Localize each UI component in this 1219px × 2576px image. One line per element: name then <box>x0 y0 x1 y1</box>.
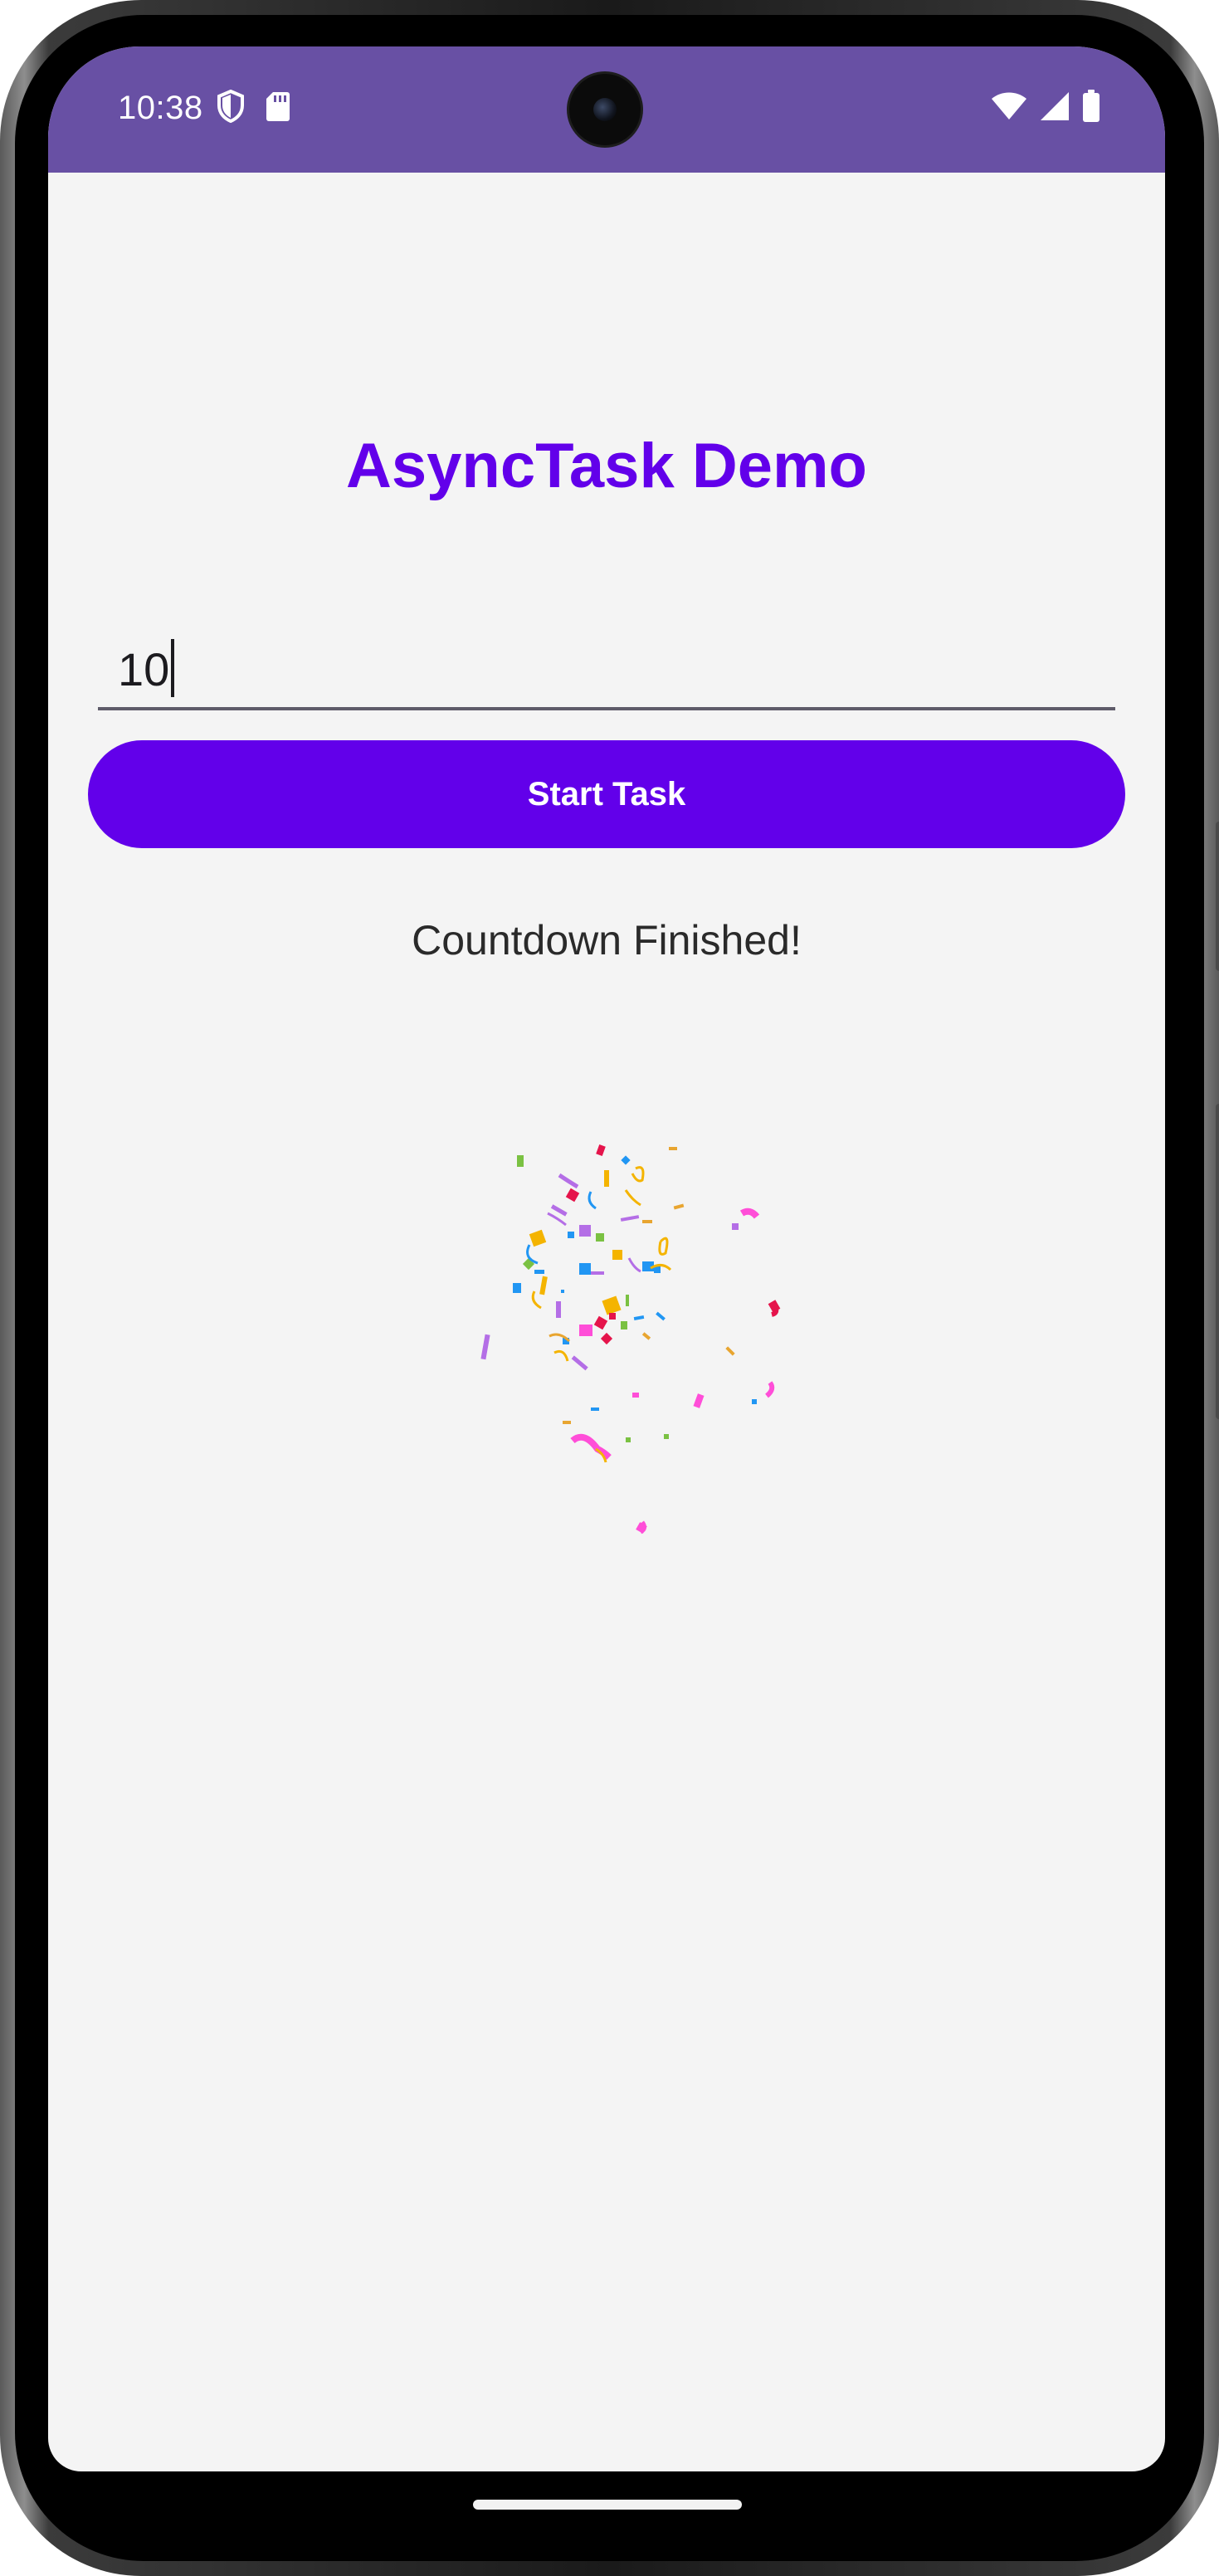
shield-icon <box>217 89 244 127</box>
status-left-icons <box>217 89 290 127</box>
countdown-status-text: Countdown Finished! <box>412 917 802 964</box>
input-underline <box>98 707 1115 710</box>
phone-frame: 10:38 AsyncTask Demo 10 Start Task Count… <box>0 0 1219 2576</box>
confetti-pieces <box>480 1144 781 1534</box>
battery-icon <box>1082 90 1100 127</box>
status-bar: 10:38 <box>48 46 1165 173</box>
wifi-icon <box>991 91 1027 125</box>
cellular-signal-icon <box>1039 90 1070 126</box>
volume-button <box>1216 1104 1219 1419</box>
power-button <box>1216 822 1219 971</box>
front-camera <box>569 74 641 145</box>
text-caret <box>171 639 175 697</box>
home-indicator[interactable] <box>473 2500 742 2510</box>
status-right-icons <box>991 90 1100 127</box>
sd-card-icon <box>266 90 290 126</box>
confetti-animation <box>480 1144 781 1534</box>
number-input-value[interactable]: 10 <box>118 639 175 697</box>
start-task-button[interactable]: Start Task <box>88 740 1125 848</box>
number-input[interactable]: 10 <box>98 586 1115 710</box>
status-time: 10:38 <box>118 90 203 126</box>
page-title: AsyncTask Demo <box>346 431 867 501</box>
app-screen: 10:38 AsyncTask Demo 10 Start Task Count… <box>48 46 1165 2471</box>
